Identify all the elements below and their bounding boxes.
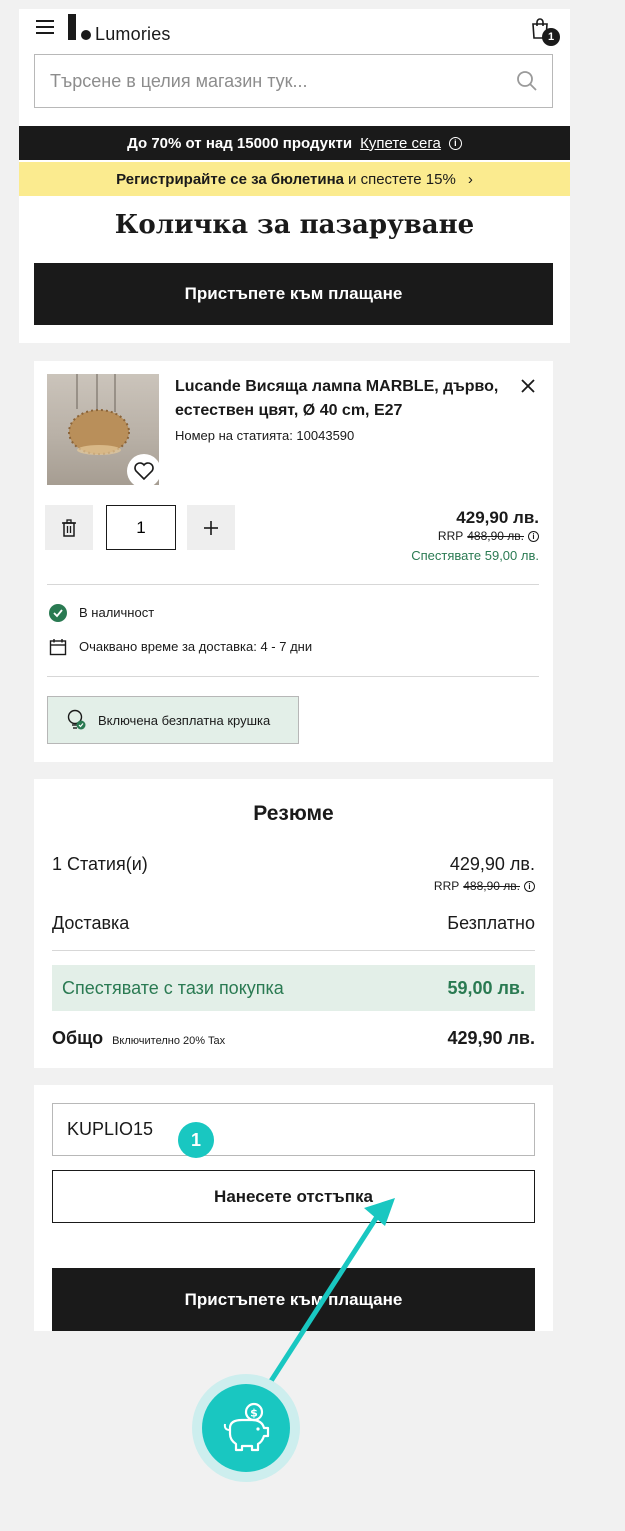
search-icon[interactable] — [516, 70, 538, 92]
product-name[interactable]: Lucande Висяща лампа MARBLE, дърво, есте… — [175, 375, 505, 423]
savings-row: Спестявате с тази покупка 59,00 лв. — [52, 965, 535, 1011]
piggy-bank-icon: $ — [202, 1384, 290, 1472]
promo-shop-now-link[interactable]: Купете сега — [360, 135, 441, 152]
wishlist-heart-button[interactable] — [127, 454, 159, 485]
summary-title: Резюме — [253, 802, 334, 825]
rrp-value: 488,90 лв. — [463, 879, 520, 893]
product-price: 429,90 лв. — [456, 508, 539, 527]
search-box — [34, 54, 553, 108]
newsletter-bold-text: Регистрирайте се за бюлетина — [116, 170, 345, 188]
divider — [47, 584, 539, 585]
product-article-number: Номер на статията: 10043590 — [175, 428, 355, 443]
svg-text:$: $ — [250, 1407, 258, 1420]
coupon-code-input[interactable] — [52, 1103, 535, 1156]
stock-status: В наличност — [79, 605, 155, 620]
cart-count-badge: 1 — [542, 28, 560, 46]
menu-icon[interactable] — [36, 20, 54, 36]
delivery-value: Безплатно — [447, 913, 535, 933]
info-icon[interactable]: i — [448, 136, 462, 150]
step-number-badge: 1 — [178, 1122, 214, 1158]
check-circle-icon — [49, 604, 67, 622]
savings-label: Спестявате с тази покупка — [62, 977, 284, 998]
summary-rrp: RRP 488,90 лв. i — [434, 879, 535, 893]
remove-item-button[interactable] — [45, 505, 93, 550]
calendar-icon — [49, 639, 67, 656]
logo-text: Lumories — [95, 24, 171, 44]
trash-icon — [62, 518, 76, 537]
search-input[interactable] — [35, 55, 505, 107]
order-summary-card: Резюме 1 Статия(и) 429,90 лв. RRP 488,90… — [34, 779, 553, 1068]
delivery-estimate: Очаквано време за доставка: 4 - 7 дни — [79, 639, 313, 654]
apply-discount-button[interactable]: Нанесете отстъпка — [52, 1170, 535, 1223]
free-bulb-text: Включена безплатна крушка — [98, 712, 271, 728]
rrp-value: 488,90 лв. — [467, 529, 524, 543]
coupon-card: Нанесете отстъпка Пристъпете към плащане — [34, 1085, 553, 1331]
total-label-group: Общо Включително 20% Tax — [52, 1028, 225, 1049]
product-image[interactable] — [47, 374, 159, 485]
delivery-label: Доставка — [52, 913, 130, 933]
quantity-input[interactable] — [106, 505, 176, 550]
divider — [47, 676, 539, 677]
rrp-label: RRP — [433, 879, 460, 893]
logo[interactable]: Lumories — [68, 14, 193, 44]
total-tax-note: Включително 20% Tax — [112, 1035, 226, 1047]
plus-icon — [204, 520, 218, 535]
page-title: Количка за пазаруване — [114, 210, 475, 240]
lightbulb-icon — [67, 709, 86, 730]
cart-item-card: Lucande Висяща лампа MARBLE, дърво, есте… — [34, 361, 553, 762]
heart-icon — [134, 462, 154, 481]
free-bulb-badge: Включена безплатна крушка — [47, 696, 299, 744]
total-value: 429,90 лв. — [447, 1028, 535, 1048]
checkout-button-bottom[interactable]: Пристъпете към плащане — [52, 1268, 535, 1331]
promo-bar-newsletter[interactable]: Регистрирайте се за бюлетина и спестете … — [19, 162, 570, 196]
items-count-label: 1 Статия(и) — [52, 854, 148, 874]
info-icon[interactable]: i — [524, 880, 535, 892]
promo-bar-sale: До 70% от над 15000 продукти Купете сега… — [19, 126, 570, 160]
increase-quantity-button[interactable] — [187, 505, 235, 550]
chevron-right-icon: › — [467, 170, 473, 188]
info-icon[interactable]: i — [528, 530, 539, 542]
divider — [52, 950, 535, 951]
savings-value: 59,00 лв. — [447, 977, 525, 998]
product-savings: Спестявате 59,00 лв. — [411, 548, 539, 563]
total-label: Общо — [52, 1028, 104, 1048]
cart-button[interactable]: 1 — [530, 18, 560, 46]
newsletter-text: и спестете 15% — [348, 170, 456, 188]
promo-sale-text: До 70% от над 15000 продукти — [127, 134, 353, 152]
product-rrp: RRP 488,90 лв. i — [438, 529, 539, 543]
checkout-button-top[interactable]: Пристъпете към плащане — [34, 263, 553, 325]
rrp-label: RRP — [437, 529, 464, 543]
items-subtotal: 429,90 лв. — [449, 854, 535, 874]
close-icon[interactable] — [517, 375, 539, 397]
